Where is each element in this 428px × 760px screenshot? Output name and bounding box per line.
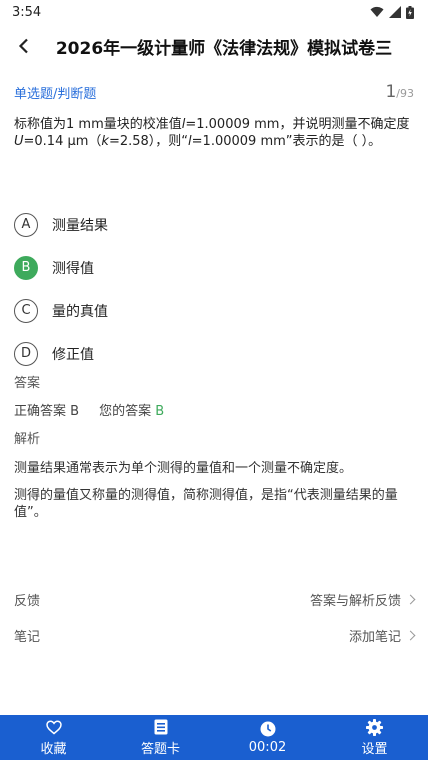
question-counter: 1/93 xyxy=(385,82,414,102)
question-text-part: =1.00009 mm，并说明测量不确定度 xyxy=(185,117,410,132)
option-label: 量的真值 xyxy=(52,303,108,320)
notes-row: 笔记 添加笔记 xyxy=(14,621,416,649)
app-header: 2026年一级计量师《法律法规》模拟试卷三 xyxy=(0,28,428,64)
question-variable: k xyxy=(101,134,109,149)
analysis-paragraph-2: 测得的量值又称量的测得值，简称测得值，是指“代表测量结果的量值”。 xyxy=(14,488,398,520)
analysis-heading: 解析 xyxy=(14,432,41,447)
your-answer-prefix: 您的答案 xyxy=(99,404,152,419)
status-time: 3:54 xyxy=(12,4,42,20)
bottom-tab-bar: 收藏 答题卡 00:02 设置 xyxy=(0,715,428,760)
question-line-2: U=0.14 μm（k=2.58），则“l=1.00009 mm”表示的是（ ）… xyxy=(14,133,414,150)
feedback-label: 反馈 xyxy=(14,593,41,609)
clock-icon xyxy=(260,720,276,738)
question-total: /93 xyxy=(396,87,414,100)
tab-settings[interactable]: 设置 xyxy=(321,715,428,760)
feedback-row: 反馈 答案与解析反馈 xyxy=(14,585,416,613)
feedback-action-label: 答案与解析反馈 xyxy=(309,593,401,609)
answer-section: 答案 正确答案 B 您的答案 B 解析 测量结果通常表示为单个测得的量值和一个测… xyxy=(14,374,414,521)
timer-value: 00:02 xyxy=(248,740,287,755)
question-text: 标称值为1 mm量块的校准值l=1.00009 mm，并说明测量不确定度 U=0… xyxy=(14,116,414,150)
question-line-1: 标称值为1 mm量块的校准值l=1.00009 mm，并说明测量不确定度 xyxy=(14,116,414,133)
question-variable: U xyxy=(14,134,24,149)
option-letter-badge: D xyxy=(14,341,38,366)
option-b[interactable]: B 测得值 xyxy=(14,246,414,289)
option-letter-badge: C xyxy=(14,298,38,323)
correct-answer: 正确答案 B xyxy=(14,404,80,419)
option-label: 测得值 xyxy=(52,260,94,277)
your-answer: 您的答案 B xyxy=(99,402,164,422)
tab-favorite[interactable]: 收藏 xyxy=(0,715,107,760)
answer-row: 正确答案 B 您的答案 B xyxy=(14,402,414,422)
feedback-button[interactable]: 答案与解析反馈 xyxy=(309,590,416,609)
page-title: 2026年一级计量师《法律法规》模拟试卷三 xyxy=(55,38,393,59)
question-text-part: =0.14 μm（ xyxy=(23,134,102,149)
back-arrow-icon xyxy=(18,38,28,54)
gear-icon xyxy=(366,718,383,736)
chevron-right-icon xyxy=(405,630,416,640)
heart-icon xyxy=(45,718,62,736)
option-label: 修正值 xyxy=(52,346,94,363)
question-meta: 单选题/判断题 1/93 xyxy=(14,80,414,102)
tab-answer-card-label: 答题卡 xyxy=(140,742,180,757)
question-current-number: 1 xyxy=(385,82,397,102)
tab-favorite-label: 收藏 xyxy=(40,742,67,757)
option-d[interactable]: D 修正值 xyxy=(14,332,414,375)
option-letter-badge-selected: B xyxy=(14,255,38,280)
tab-answer-card[interactable]: 答题卡 xyxy=(107,715,214,760)
tab-timer[interactable]: 00:02 xyxy=(214,715,321,760)
add-note-label: 添加笔记 xyxy=(348,629,401,645)
options-list: A 测量结果 B 测得值 C 量的真值 D 修正值 xyxy=(14,203,414,375)
status-icons xyxy=(370,5,414,19)
question-text-part: 标称值为1 mm量块的校准值 xyxy=(14,117,182,132)
wifi-icon xyxy=(370,6,384,17)
question-text-part: =2.58），则“ xyxy=(108,134,189,149)
chevron-right-icon xyxy=(405,594,416,604)
option-c[interactable]: C 量的真值 xyxy=(14,289,414,332)
option-letter-badge: A xyxy=(14,212,38,237)
signal-icon xyxy=(389,6,401,18)
your-answer-value: B xyxy=(155,404,165,419)
battery-icon xyxy=(406,5,414,19)
tab-settings-label: 设置 xyxy=(361,742,388,757)
question-type-label: 单选题/判断题 xyxy=(14,87,97,102)
notes-label: 笔记 xyxy=(14,629,41,645)
option-label: 测量结果 xyxy=(52,217,108,234)
answer-heading: 答案 xyxy=(14,376,41,391)
option-a[interactable]: A 测量结果 xyxy=(14,203,414,246)
analysis-paragraph-1: 测量结果通常表示为单个测得的量值和一个测量不确定度。 xyxy=(14,461,353,476)
answer-card-icon xyxy=(154,718,168,736)
status-bar: 3:54 xyxy=(0,0,428,24)
add-note-button[interactable]: 添加笔记 xyxy=(348,626,416,645)
question-text-part: =1.00009 mm”表示的是（ ）。 xyxy=(191,134,382,149)
